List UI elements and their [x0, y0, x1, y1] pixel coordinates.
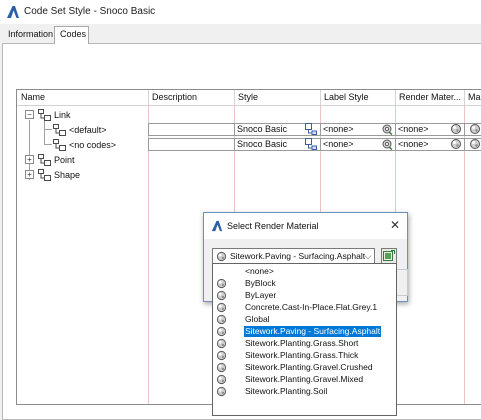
tree-label: Shape [54, 170, 81, 180]
autodesk-logo-icon [7, 6, 19, 18]
render-material-icon [216, 362, 227, 373]
dropdown-item-label: Sitework.Planting.Gravel.Crushed [245, 362, 373, 372]
render-material-icon[interactable] [450, 123, 462, 135]
dropdown-item-label: <none> [245, 266, 274, 276]
dropdown-item-asphalt[interactable]: Sitework.Paving - Surfacing.Asphalt [213, 326, 396, 338]
header-separator[interactable] [148, 90, 149, 106]
header-separator[interactable] [395, 90, 396, 106]
browse-material-button[interactable] [381, 248, 397, 264]
tree-row-point[interactable]: + Point [17, 153, 148, 168]
render-material-icon[interactable] [469, 123, 481, 135]
dialog-title-bar: Select Render Material ✕ [204, 213, 407, 239]
column-header-label-style[interactable]: Label Style [324, 92, 394, 102]
column-header-render-material[interactable]: Render Mater... [399, 92, 463, 102]
render-material-icon [216, 278, 227, 289]
dropdown-item-gravel-crushed[interactable]: Sitework.Planting.Gravel.Crushed [213, 362, 396, 374]
style-value: Snoco Basic [237, 139, 288, 149]
render-material-value: <none> [398, 139, 429, 149]
code-node-icon [53, 139, 66, 151]
render-material-icon [216, 290, 227, 301]
autodesk-logo-icon [211, 220, 223, 232]
tree-row-link[interactable]: − Link [17, 108, 148, 123]
tab-codes[interactable]: Codes [54, 26, 89, 44]
collapse-toggle[interactable]: − [25, 110, 34, 119]
dropdown-item-bylayer[interactable]: ByLayer [213, 290, 396, 302]
column-header-style[interactable]: Style [238, 92, 318, 102]
render-material-icon [216, 386, 227, 397]
render-material-icon[interactable] [450, 138, 462, 150]
dropdown-item-label: Sitework.Planting.Grass.Short [245, 338, 359, 348]
column-header-material-area-fill[interactable]: Ma [468, 92, 481, 102]
window-title: Code Set Style - Snoco Basic [24, 6, 156, 17]
description-cell[interactable] [148, 138, 235, 151]
render-material-icon[interactable] [469, 138, 481, 150]
label-style-value: <none> [323, 139, 354, 149]
header-separator[interactable] [234, 90, 235, 106]
dropdown-item-label: Sitework.Planting.Gravel.Mixed [245, 374, 364, 384]
column-header-description[interactable]: Description [152, 92, 232, 102]
render-material-icon [216, 338, 227, 349]
tree-row-default[interactable]: <default> [17, 123, 148, 138]
render-material-dropdown-list: <none> ByBlock ByLayer Concrete.Cast-In-… [212, 263, 397, 416]
tree-row-no-codes[interactable]: <no codes> [17, 138, 148, 153]
label-style-picker-icon[interactable] [381, 138, 393, 150]
dropdown-item-label: ByBlock [245, 278, 276, 288]
tree-label: Point [54, 155, 75, 165]
code-node-icon [38, 154, 51, 166]
dropdown-item-label: Sitework.Planting.Soil [245, 386, 328, 396]
combobox-value: Sitework.Paving - Surfacing.Asphalt [230, 251, 366, 261]
dropdown-item-label: Sitework.Planting.Grass.Thick [245, 350, 359, 360]
render-material-icon [216, 350, 227, 361]
render-material-icon [216, 326, 227, 337]
description-cell[interactable] [148, 123, 235, 136]
code-node-icon [38, 109, 51, 121]
dropdown-item-grass-thick[interactable]: Sitework.Planting.Grass.Thick [213, 350, 396, 362]
dropdown-item-label: Sitework.Paving - Surfacing.Asphalt [244, 326, 382, 337]
dropdown-item-label: Concrete.Cast-In-Place.Flat.Grey.1 [245, 302, 378, 312]
dropdown-item-global[interactable]: Global [213, 314, 396, 326]
tree-label: <default> [69, 125, 107, 135]
expand-toggle[interactable]: + [25, 155, 34, 164]
dialog-title: Select Render Material [227, 221, 319, 231]
expand-toggle[interactable]: + [25, 170, 34, 179]
chevron-down-icon[interactable]: ⌵ [361, 249, 375, 263]
render-material-icon [216, 251, 227, 262]
header-separator[interactable] [464, 90, 465, 106]
label-style-picker-icon[interactable] [381, 123, 393, 135]
style-picker-icon[interactable] [305, 123, 317, 135]
tree-row-shape[interactable]: + Shape [17, 168, 148, 183]
column-header-name[interactable]: Name [21, 92, 141, 102]
style-picker-icon[interactable] [305, 138, 317, 150]
render-material-icon [216, 302, 227, 313]
dropdown-item-label: Global [245, 314, 270, 324]
label-style-value: <none> [323, 124, 354, 134]
window-title-bar: Code Set Style - Snoco Basic [0, 0, 481, 24]
dropdown-item-grass-short[interactable]: Sitework.Planting.Grass.Short [213, 338, 396, 350]
render-material-icon [216, 314, 227, 325]
render-material-combobox[interactable]: Sitework.Paving - Surfacing.Asphalt ⌵ [212, 248, 375, 264]
dropdown-item-byblock[interactable]: ByBlock [213, 278, 396, 290]
tab-information[interactable]: Information [3, 27, 59, 43]
dropdown-item-soil[interactable]: Sitework.Planting.Soil [213, 386, 396, 398]
render-material-icon [216, 374, 227, 385]
render-material-value: <none> [398, 124, 429, 134]
dropdown-item-none[interactable]: <none> [213, 266, 396, 278]
code-node-icon [53, 124, 66, 136]
tree-label: Link [54, 110, 71, 120]
tree-label: <no codes> [69, 140, 117, 150]
style-value: Snoco Basic [237, 124, 288, 134]
dropdown-item-gravel-mixed[interactable]: Sitework.Planting.Gravel.Mixed [213, 374, 396, 386]
browse-material-icon [383, 250, 395, 261]
grid-header: Name Description Style Label Style Rende… [17, 90, 481, 106]
dropdown-item-concrete[interactable]: Concrete.Cast-In-Place.Flat.Grey.1 [213, 302, 396, 314]
close-icon[interactable]: ✕ [388, 218, 402, 232]
code-node-icon [38, 169, 51, 181]
header-separator[interactable] [320, 90, 321, 106]
dropdown-item-label: ByLayer [245, 290, 277, 300]
